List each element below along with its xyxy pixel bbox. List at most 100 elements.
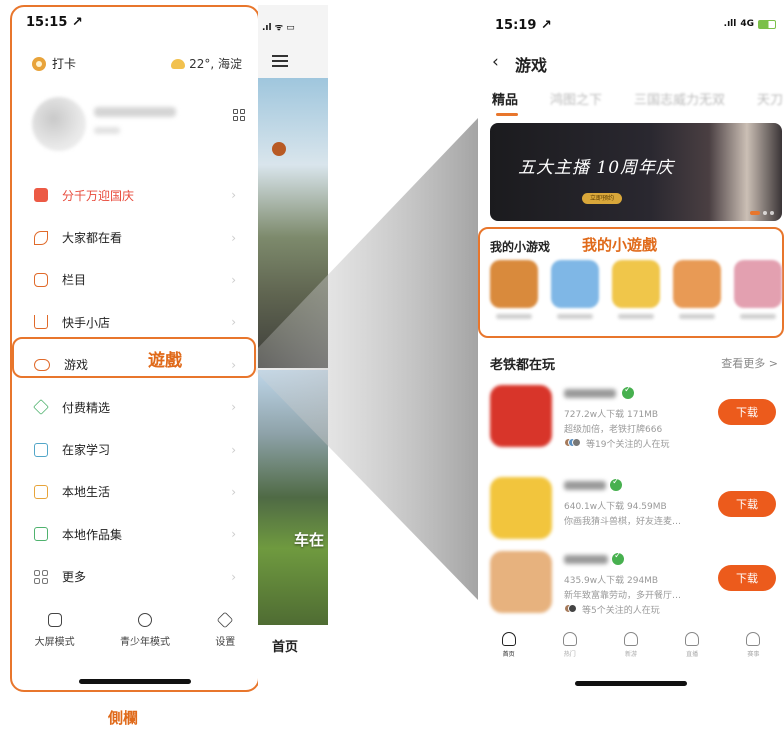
sidebar-item-label: 大家都在看 [62,231,123,246]
album-icon [34,527,48,542]
friends-text: 等5个关注的人在玩 [582,606,660,616]
mode-bar: 大屏模式 青少年模式 设置 [12,611,258,648]
mode-label: 青少年模式 [119,637,170,648]
tab-indicator [496,113,518,116]
video-caption: 车在 [294,531,325,549]
promo-banner[interactable]: 五大主播 10周年庆 立即预约 [490,123,782,221]
download-button[interactable]: 下载 [718,491,776,517]
mini-game-thumbnail [611,260,660,308]
mini-games-header: 我的小游戏 [490,240,551,254]
weather-widget[interactable]: 22°, 海淀 [171,55,242,72]
mini-game-item[interactable] [547,260,602,319]
section-title: 老铁都在玩 [490,358,556,373]
home-indicator[interactable] [79,679,191,684]
mini-game-item[interactable] [669,260,724,319]
cart-icon [34,315,48,330]
tv-icon [34,272,48,287]
avatar[interactable] [32,97,86,151]
tab-events[interactable]: 赛事 [746,632,761,658]
chevron-right-icon: › [231,315,236,330]
game-list-item[interactable]: 727.2w人下载 171MB 超级加倍，老铁打牌666 等19个关注的人在玩 … [490,385,782,455]
games-page: 15:19 ↗ .ıll 4G ‹ 游戏 精品 鸿图之下 三国志威力无双 天刀 … [478,5,784,692]
tab-label: 赛事 [747,651,760,658]
game-name-blurred [564,389,616,398]
book-icon [34,442,48,457]
sidebar-item-local-collection[interactable]: 本地作品集 › [12,513,258,555]
banner-title: 五大主播 10周年庆 [518,158,675,178]
house-icon [34,484,48,499]
game-name-blurred [564,481,606,490]
annotation-games: 遊戲 [148,351,182,371]
chevron-right-icon: › [231,569,236,584]
download-button[interactable]: 下载 [718,565,776,591]
profile-sub-blurred [94,127,120,134]
tab-home[interactable]: 首页 [272,636,298,655]
big-screen-mode-button[interactable]: 大屏模式 [35,613,75,648]
checkin-button[interactable]: 打卡 [32,55,76,72]
sidebar-item-more[interactable]: 更多 › [12,556,258,598]
bottom-tabbar: 首页 热门 新游 直播 赛事 [478,632,784,658]
tab-featured[interactable]: 精品 [492,89,518,108]
tab-home[interactable]: 首页 [501,632,516,658]
see-more-link[interactable]: 查看更多 > [721,355,778,371]
tab-live[interactable]: 直播 [685,632,700,658]
battery-icon [758,19,776,29]
video-thumbnail[interactable] [258,370,328,625]
mini-game-item[interactable] [730,260,784,319]
tab-game-1[interactable]: 鸿图之下 [550,89,602,108]
game-meta: 727.2w人下载 171MB [564,410,659,420]
mini-game-caption-blurred [495,314,532,319]
download-button[interactable]: 下载 [718,399,776,425]
sidebar-item-paid[interactable]: 付费精选 › [12,386,258,428]
mini-game-thumbnail [672,260,721,308]
mini-game-item[interactable] [486,260,541,319]
home-indicator[interactable] [575,681,687,686]
sidebar-item-label: 在家学习 [62,443,111,458]
sidebar-item-label: 快手小店 [62,315,111,330]
tab-new[interactable]: 新游 [623,632,638,658]
game-description: 你画我猜斗兽棋，好友连麦… [564,517,682,527]
menu-icon[interactable] [272,55,288,67]
mini-game-thumbnail [550,260,599,308]
signal-wifi-icon: .ıl ᯤ ▭ [262,23,295,33]
tab-label: 新游 [624,651,637,658]
tab-game-3[interactable]: 天刀 [757,89,783,108]
banner-reserve-button[interactable]: 立即预约 [582,193,622,204]
sidebar-item-study[interactable]: 在家学习 › [12,428,258,470]
checkin-label: 打卡 [52,57,77,71]
settings-button[interactable]: 设置 [215,611,236,648]
screen-icon [47,613,62,627]
video-thumbnail[interactable] [258,78,328,368]
status-time: 15:15 ↗ [26,15,83,30]
tab-game-2[interactable]: 三国志威力无双 [634,89,725,108]
sidebar-menu: 分千万迎国庆 › 大家都在看 › 栏目 › 快手小店 › 游戏 › 付费精选 › [12,174,258,598]
back-button[interactable]: ‹ [492,52,499,72]
carousel-dots [750,211,774,215]
coin-icon [32,56,46,71]
red-envelope-icon [34,188,48,203]
sidebar-item-everyone-watching[interactable]: 大家都在看 › [12,216,258,258]
profile-card[interactable] [32,97,247,153]
game-icon [490,551,552,613]
weather-icon [171,58,186,69]
sidebar-item-columns[interactable]: 栏目 › [12,259,258,301]
trophy-icon [746,632,761,646]
mode-label: 设置 [215,637,236,648]
mini-game-item[interactable] [608,260,663,319]
youth-mode-button[interactable]: 青少年模式 [120,613,170,648]
sidebar-item-label: 付费精选 [62,400,111,415]
tab-label: 热门 [563,651,576,658]
tab-label: 首页 [502,651,515,658]
game-list-item[interactable]: 640.1w人下载 94.59MB 你画我猜斗兽棋，好友连麦… 下载 [490,477,782,547]
tab-hot[interactable]: 热门 [562,632,577,658]
verified-icon [610,477,622,491]
status-time: 15:19 ↗ [495,18,552,33]
qr-code-icon[interactable] [233,109,245,121]
sidebar-item-national-day[interactable]: 分千万迎国庆 › [12,174,258,216]
chevron-right-icon: › [231,272,236,287]
game-list-item[interactable]: 435.9w人下载 294MB 新年致富靠劳动，多开餐厅… 等5个关注的人在玩 … [490,551,782,621]
chevron-right-icon: › [231,484,236,499]
feed-preview: .ıl ᯤ ▭ 车在 首页 [258,5,328,692]
sidebar-item-local-life[interactable]: 本地生活 › [12,471,258,513]
game-icon [490,477,552,539]
